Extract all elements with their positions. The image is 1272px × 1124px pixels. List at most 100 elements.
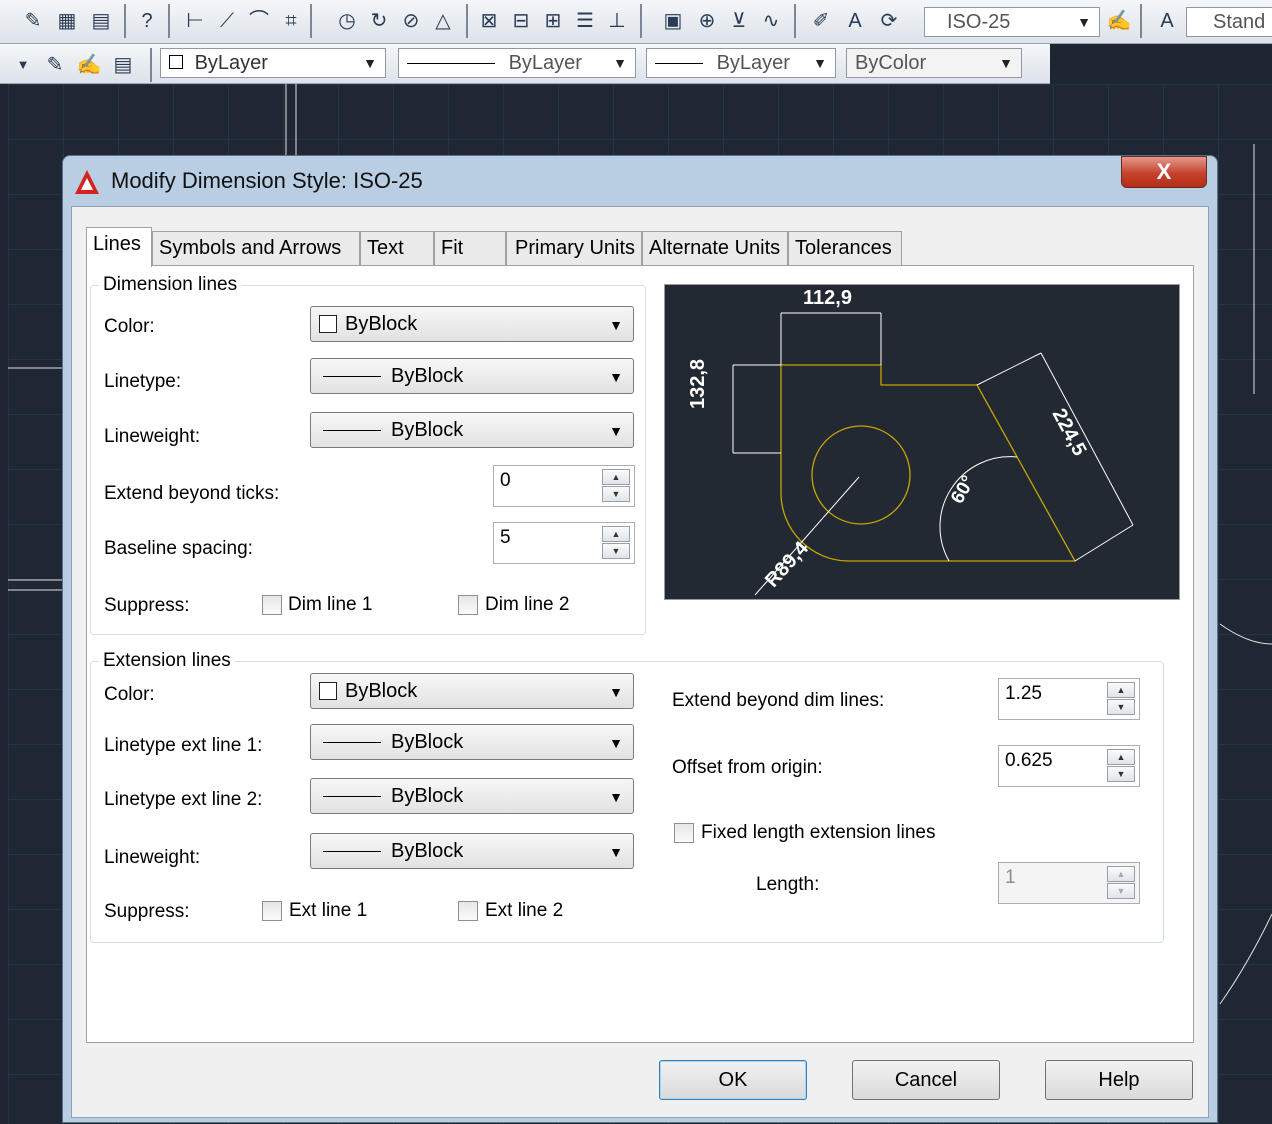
ext-line-1-checkbox[interactable] xyxy=(262,901,282,921)
dimension-style-combo[interactable]: ISO-25 ▼ xyxy=(924,7,1100,37)
toolbar-separator xyxy=(466,4,468,38)
space-icon[interactable]: ☰ xyxy=(572,8,598,34)
toolbar-row-1: ✎ ▦ ▤ ? ⊢ ⟋ ⌒ ⌗ ◷ ↻ ⊘ △ ⊠ ⊟ ⊞ ☰ ⊥ ▣ ⊕ ⊻ … xyxy=(0,0,1272,44)
extend-beyond-ticks-spinner[interactable]: 0 ▲ ▼ xyxy=(493,465,635,507)
ext-lineweight-value: ByBlock xyxy=(391,840,464,862)
ordinate-icon[interactable]: ⌗ xyxy=(278,8,304,34)
linear-dimension-icon[interactable]: ⊢ xyxy=(182,8,208,34)
tab-lines[interactable]: Lines xyxy=(86,227,152,267)
dim-color-label: Color: xyxy=(104,316,155,337)
layer-icon[interactable]: ▦ xyxy=(54,8,80,34)
dim-line-1-checkbox[interactable] xyxy=(262,595,282,615)
quick-dimension-icon[interactable]: ⊠ xyxy=(476,8,502,34)
text-style-icon[interactable]: A xyxy=(1154,8,1180,34)
tab-tolerances[interactable]: Tolerances xyxy=(788,231,902,265)
layer-state-icon[interactable]: ✎ xyxy=(42,52,68,78)
chevron-down-icon: ▼ xyxy=(613,55,627,71)
spin-down-icon[interactable]: ▼ xyxy=(1107,699,1135,715)
dimension-update-icon[interactable]: ⟳ xyxy=(876,8,902,34)
dimension-preview: 112,9 132,8 224,5 60° R89,4 xyxy=(664,284,1180,600)
tab-symbols-and-arrows[interactable]: Symbols and Arrows xyxy=(152,231,360,265)
ext-linetype-1-dropdown[interactable]: ByBlock ▼ xyxy=(310,724,634,760)
dimension-text-edit-icon[interactable]: A xyxy=(842,8,868,34)
tab-primary-units[interactable]: Primary Units xyxy=(506,231,642,265)
aligned-dimension-icon[interactable]: ⟋ xyxy=(214,8,240,34)
fixed-length-label[interactable]: Fixed length extension lines xyxy=(701,822,935,844)
spin-up-icon[interactable]: ▲ xyxy=(1107,749,1135,765)
ext-linetype-1-label: Linetype ext line 1: xyxy=(104,735,263,756)
text-style-combo[interactable]: Stand xyxy=(1186,7,1272,37)
jogged-icon[interactable]: ↻ xyxy=(366,8,392,34)
lineweight-value: ByLayer xyxy=(716,52,790,74)
offset-from-origin-spinner[interactable]: 0.625 ▲ ▼ xyxy=(998,745,1140,787)
chevron-down-icon[interactable]: ▼ xyxy=(10,52,36,78)
spin-up-icon[interactable]: ▲ xyxy=(602,526,630,542)
dim-line-2-checkbox[interactable] xyxy=(458,595,478,615)
line-sample xyxy=(323,430,381,431)
extend-beyond-dim-lines-spinner[interactable]: 1.25 ▲ ▼ xyxy=(998,678,1140,720)
dim-lineweight-dropdown[interactable]: ByBlock ▼ xyxy=(310,412,634,448)
spin-up-icon[interactable]: ▲ xyxy=(1107,866,1135,882)
continue-icon[interactable]: ⊞ xyxy=(540,8,566,34)
edit-icon[interactable]: ✎ xyxy=(20,8,46,34)
length-spinner[interactable]: 1 ▲ ▼ xyxy=(998,862,1140,904)
linetype-combo[interactable]: ByLayer ▼ xyxy=(398,48,636,78)
ok-button[interactable]: OK xyxy=(659,1060,807,1100)
toolbar-separator xyxy=(150,48,152,82)
dim-lineweight-value: ByBlock xyxy=(391,419,464,441)
spin-down-icon[interactable]: ▼ xyxy=(1107,883,1135,899)
fixed-length-checkbox[interactable] xyxy=(674,823,694,843)
lineweight-combo[interactable]: ByLayer ▼ xyxy=(646,48,836,78)
spin-up-icon[interactable]: ▲ xyxy=(602,469,630,485)
dimension-style-manager-icon[interactable]: ✍ xyxy=(1106,8,1132,34)
help-icon[interactable]: ? xyxy=(134,8,160,34)
tolerance-icon[interactable]: ▣ xyxy=(660,8,686,34)
dim-linetype-value: ByBlock xyxy=(391,365,464,387)
tab-text[interactable]: Text xyxy=(360,231,434,265)
ext-line-1-label[interactable]: Ext line 1 xyxy=(289,900,367,922)
tab-fit[interactable]: Fit xyxy=(434,231,506,265)
baseline-spacing-spinner[interactable]: 5 ▲ ▼ xyxy=(493,522,635,564)
ext-color-dropdown[interactable]: ByBlock ▼ xyxy=(310,673,634,709)
center-mark-icon[interactable]: ⊕ xyxy=(694,8,720,34)
line-sample xyxy=(655,63,703,65)
cancel-button[interactable]: Cancel xyxy=(852,1060,1000,1100)
calculator-icon[interactable]: ▤ xyxy=(88,8,114,34)
spin-up-icon[interactable]: ▲ xyxy=(1107,682,1135,698)
baseline-icon[interactable]: ⊟ xyxy=(508,8,534,34)
radius-icon[interactable]: ◷ xyxy=(334,8,360,34)
ext-lineweight-dropdown[interactable]: ByBlock ▼ xyxy=(310,833,634,869)
close-button[interactable]: X xyxy=(1121,156,1207,188)
dimension-edit-icon[interactable]: ✐ xyxy=(808,8,834,34)
inspection-icon[interactable]: ⊻ xyxy=(726,8,752,34)
spin-down-icon[interactable]: ▼ xyxy=(1107,766,1135,782)
color-combo[interactable]: ByLayer ▼ xyxy=(160,48,386,78)
diameter-icon[interactable]: ⊘ xyxy=(398,8,424,34)
dim-linetype-dropdown[interactable]: ByBlock ▼ xyxy=(310,358,634,394)
layer-previous-icon[interactable]: ✍ xyxy=(76,52,102,78)
spin-down-icon[interactable]: ▼ xyxy=(602,543,630,559)
length-value: 1 xyxy=(1005,867,1016,888)
ext-line-2-label[interactable]: Ext line 2 xyxy=(485,900,563,922)
jogged-linear-icon[interactable]: ∿ xyxy=(758,8,784,34)
break-icon[interactable]: ⊥ xyxy=(604,8,630,34)
extend-beyond-dim-lines-value: 1.25 xyxy=(1005,683,1042,704)
dim-line-1-label[interactable]: Dim line 1 xyxy=(288,594,372,616)
ext-linetype-2-dropdown[interactable]: ByBlock ▼ xyxy=(310,778,634,814)
help-button[interactable]: Help xyxy=(1045,1060,1193,1100)
arc-length-icon[interactable]: ⌒ xyxy=(246,8,272,34)
angular-icon[interactable]: △ xyxy=(430,8,456,34)
ext-linetype-2-value: ByBlock xyxy=(391,785,464,807)
dim-line-2-label[interactable]: Dim line 2 xyxy=(485,594,569,616)
ext-color-label: Color: xyxy=(104,684,155,705)
tab-alternate-units[interactable]: Alternate Units xyxy=(642,231,788,265)
plotstyle-combo[interactable]: ByColor ▼ xyxy=(846,48,1022,78)
spin-down-icon[interactable]: ▼ xyxy=(602,486,630,502)
ext-line-2-checkbox[interactable] xyxy=(458,901,478,921)
layer-match-icon[interactable]: ▤ xyxy=(110,52,136,78)
dialog-title-bar[interactable]: Modify Dimension Style: ISO-25 X xyxy=(63,156,1217,208)
chevron-down-icon: ▼ xyxy=(609,789,623,805)
spinner-buttons: ▲ ▼ xyxy=(602,469,630,503)
toolbar-separator xyxy=(310,4,312,38)
dim-color-dropdown[interactable]: ByBlock ▼ xyxy=(310,306,634,342)
